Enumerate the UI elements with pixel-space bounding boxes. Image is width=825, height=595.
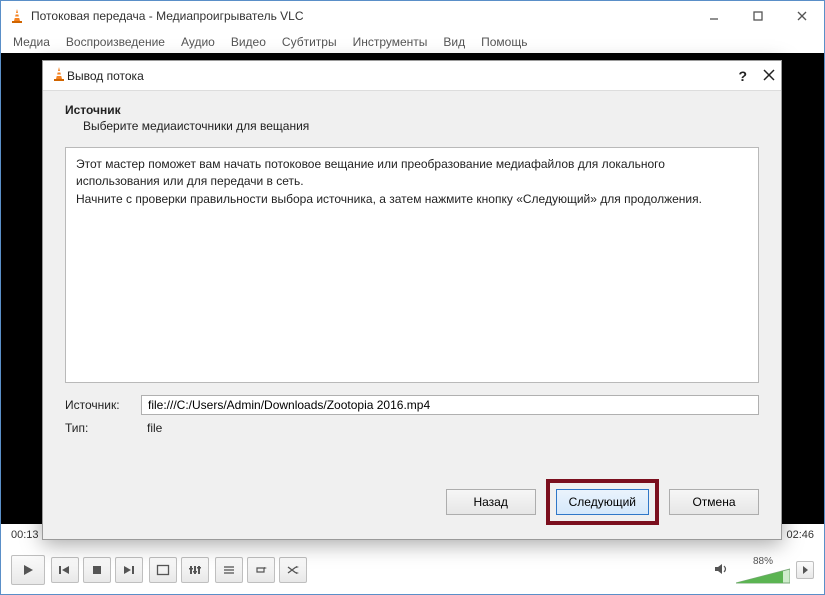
loop-button[interactable] bbox=[247, 557, 275, 583]
titlebar: Потоковая передача - Медиапроигрыватель … bbox=[1, 1, 824, 31]
fullscreen-button[interactable] bbox=[149, 557, 177, 583]
vlc-cone-icon bbox=[51, 66, 67, 85]
help-button[interactable]: ? bbox=[738, 68, 747, 84]
dialog-button-row: Назад Следующий Отмена bbox=[43, 471, 781, 539]
dialog-title: Вывод потока bbox=[67, 69, 144, 83]
menu-video[interactable]: Видео bbox=[227, 33, 270, 51]
source-row: Источник: bbox=[65, 395, 759, 415]
shuffle-button[interactable] bbox=[279, 557, 307, 583]
stream-output-dialog: Вывод потока ? Источник Выберите медиаис… bbox=[42, 60, 782, 540]
maximize-button[interactable] bbox=[736, 1, 780, 31]
volume-slider[interactable] bbox=[736, 567, 790, 585]
menu-playback[interactable]: Воспроизведение bbox=[62, 33, 169, 51]
window-title: Потоковая передача - Медиапроигрыватель … bbox=[31, 9, 304, 23]
section-title: Источник bbox=[65, 103, 759, 117]
next-track-button[interactable] bbox=[115, 557, 143, 583]
menu-media[interactable]: Медиа bbox=[9, 33, 54, 51]
info-line-1: Этот мастер поможет вам начать потоковое… bbox=[76, 156, 748, 191]
speaker-icon[interactable] bbox=[714, 562, 730, 579]
close-button[interactable] bbox=[780, 1, 824, 31]
vlc-cone-icon bbox=[9, 8, 25, 24]
mute-toggle-button[interactable] bbox=[796, 561, 814, 579]
next-button-highlight: Следующий bbox=[546, 479, 659, 525]
volume-label: 88% bbox=[753, 556, 773, 567]
source-label: Источник: bbox=[65, 398, 133, 412]
info-textbox: Этот мастер поможет вам начать потоковое… bbox=[65, 147, 759, 383]
type-row: Тип: file bbox=[65, 421, 759, 435]
menubar: Медиа Воспроизведение Аудио Видео Субтит… bbox=[1, 31, 824, 53]
menu-view[interactable]: Вид bbox=[439, 33, 469, 51]
section-subtitle: Выберите медиаисточники для вещания bbox=[83, 119, 759, 133]
ext-settings-button[interactable] bbox=[181, 557, 209, 583]
volume-area: 88% bbox=[714, 556, 814, 585]
menu-audio[interactable]: Аудио bbox=[177, 33, 219, 51]
back-button[interactable]: Назад bbox=[446, 489, 536, 515]
dialog-close-button[interactable] bbox=[763, 69, 775, 84]
cancel-button[interactable]: Отмена bbox=[669, 489, 759, 515]
type-value: file bbox=[141, 421, 759, 435]
play-button[interactable] bbox=[11, 555, 45, 585]
menu-tools[interactable]: Инструменты bbox=[349, 33, 432, 51]
prev-track-button[interactable] bbox=[51, 557, 79, 583]
info-line-2: Начните с проверки правильности выбора и… bbox=[76, 191, 748, 208]
dialog-body: Источник Выберите медиаисточники для вещ… bbox=[43, 91, 781, 471]
minimize-button[interactable] bbox=[692, 1, 736, 31]
menu-subtitles[interactable]: Субтитры bbox=[278, 33, 341, 51]
source-input[interactable] bbox=[141, 395, 759, 415]
stop-button[interactable] bbox=[83, 557, 111, 583]
menu-help[interactable]: Помощь bbox=[477, 33, 531, 51]
dialog-titlebar: Вывод потока ? bbox=[43, 61, 781, 91]
playlist-button[interactable] bbox=[215, 557, 243, 583]
next-button[interactable]: Следующий bbox=[556, 489, 649, 515]
window-buttons bbox=[692, 1, 824, 31]
controls-row: 88% bbox=[1, 546, 824, 594]
type-label: Тип: bbox=[65, 421, 133, 435]
